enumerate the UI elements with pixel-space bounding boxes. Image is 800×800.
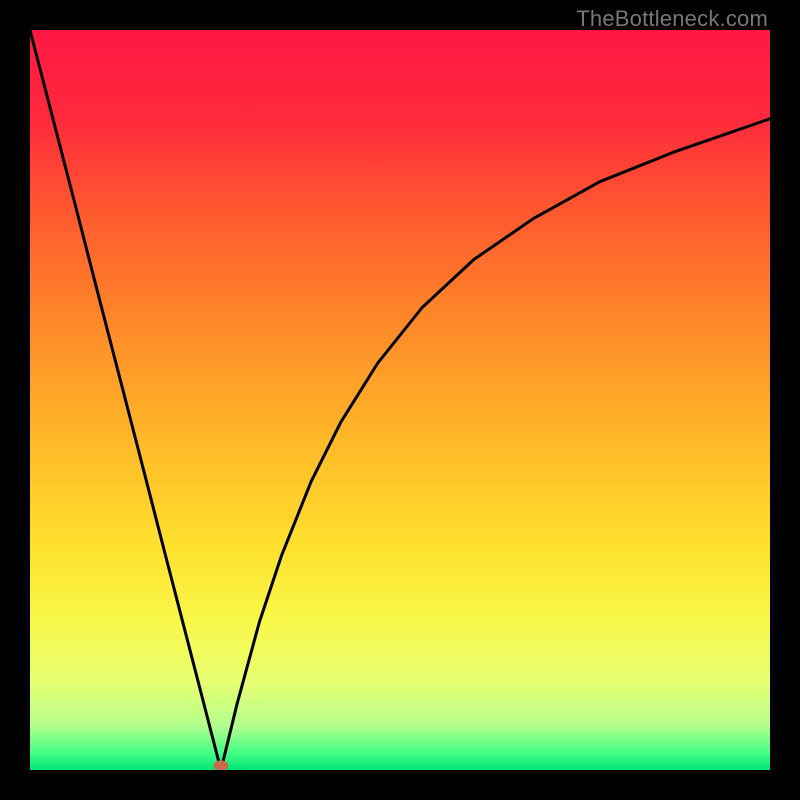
watermark-text: TheBottleneck.com — [576, 6, 768, 32]
chart-svg — [30, 30, 770, 770]
chart-frame: TheBottleneck.com — [0, 0, 800, 800]
plot-area — [30, 30, 770, 770]
gradient-background — [30, 30, 770, 770]
